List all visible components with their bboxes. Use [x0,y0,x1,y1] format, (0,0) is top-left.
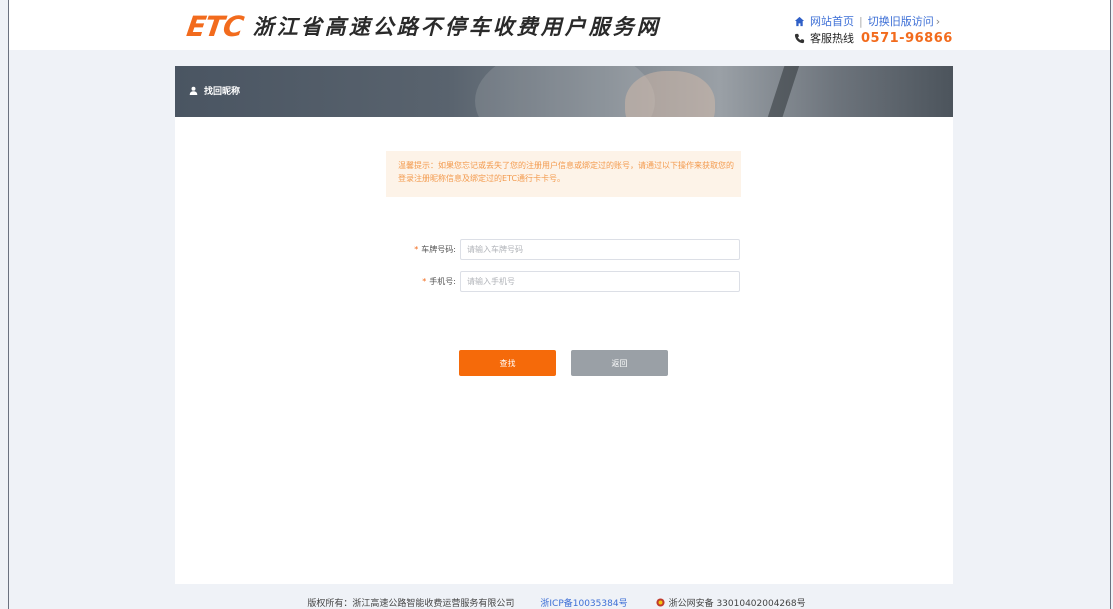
icp-link[interactable]: 浙ICP备10035384号 [540,596,627,609]
notice-box: 温馨提示：如果您忘记或丢失了您的注册用户信息或绑定过的账号，请通过以下操作来获取… [386,151,741,197]
phone-number-label-text: 手机号: [429,277,456,286]
link-separator: | [859,14,863,28]
home-icon [794,16,805,26]
required-mark: * [422,277,427,286]
plate-number-row: * 车牌号码: [175,239,740,260]
plate-number-label: * 车牌号码: [175,244,460,255]
hotline-number: 0571-96866 [861,30,953,46]
search-button[interactable]: 查找 [459,350,556,376]
home-link[interactable]: 网站首页 [810,13,854,29]
site-footer: 版权所有：浙江高速公路智能收费运营服务有限公司 浙ICP备10035384号 浙… [0,596,1113,609]
chevron-right-icon: › [935,14,941,28]
banner-image-decoration [762,66,802,117]
banner-image-decoration [625,71,715,117]
copyright-text: 版权所有：浙江高速公路智能收费运营服务有限公司 [307,599,515,609]
hotline-label: 客服热线 [810,32,854,45]
phone-number-row: * 手机号: [175,271,740,292]
required-mark: * [414,245,419,254]
police-record: 浙公网安备 33010402004268号 [656,596,806,609]
top-links: 网站首页 | 切换旧版访问 › [794,13,940,29]
hotline: 客服热线 0571-96866 [794,30,953,46]
brand: ETC 浙江省高速公路不停车收费用户服务网 [185,10,661,43]
phone-icon [794,33,805,43]
site-header: ETC 浙江省高速公路不停车收费用户服务网 网站首页 | 切换旧版访问 › 客服… [9,0,1110,50]
phone-number-input[interactable] [460,271,740,292]
page-title-text: 找回昵称 [204,87,241,97]
etc-logo[interactable]: ETC [185,10,245,43]
site-title: 浙江省高速公路不停车收费用户服务网 [252,15,661,39]
user-icon [189,86,198,95]
window-frame-right [1110,0,1111,609]
back-button[interactable]: 返回 [571,350,668,376]
retrieve-nickname-card: 找回昵称 温馨提示：如果您忘记或丢失了您的注册用户信息或绑定过的账号，请通过以下… [175,66,953,584]
page-banner: 找回昵称 [175,66,953,117]
plate-number-input[interactable] [460,239,740,260]
police-badge-icon [656,598,665,607]
window-frame-left [8,0,9,609]
page-title: 找回昵称 [189,84,240,97]
old-version-link[interactable]: 切换旧版访问 [868,13,934,29]
police-record-link[interactable]: 浙公网安备 33010402004268号 [669,596,806,609]
phone-number-label: * 手机号: [175,276,460,287]
plate-number-label-text: 车牌号码: [421,245,456,254]
